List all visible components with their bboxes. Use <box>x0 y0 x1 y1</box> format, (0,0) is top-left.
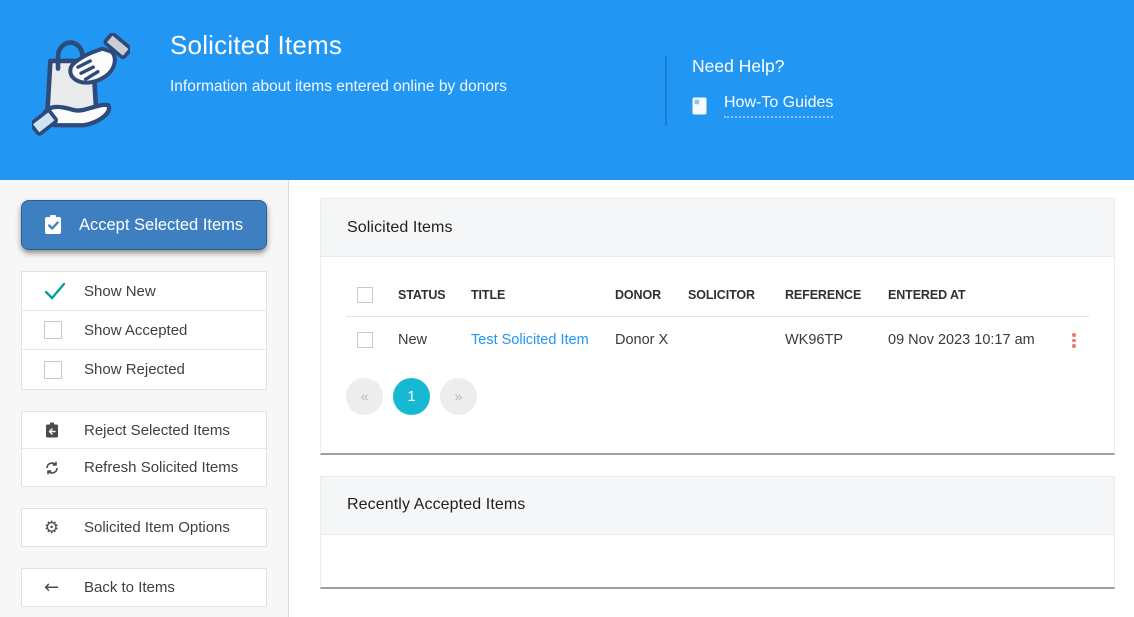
column-header-status: STATUS <box>398 281 471 317</box>
pagination-prev-button[interactable]: « <box>346 378 383 415</box>
row-reference: WK96TP <box>785 317 888 362</box>
help-divider <box>665 56 667 126</box>
checkbox-icon[interactable] <box>44 321 62 339</box>
column-header-entered-at: ENTERED AT <box>888 281 1059 317</box>
help-title: Need Help? <box>692 56 833 77</box>
filter-label: Show Rejected <box>84 361 185 378</box>
column-header-title: TITLE <box>471 281 615 317</box>
column-header-donor: DONOR <box>615 281 688 317</box>
solicited-items-panel: Solicited Items STATUS TITLE DONOR SOLIC… <box>320 198 1115 455</box>
filter-label: Show Accepted <box>84 322 187 339</box>
panel-title: Recently Accepted Items <box>347 496 525 514</box>
row-title-link[interactable]: Test Solicited Item <box>471 332 589 348</box>
refresh-solicited-items-button[interactable]: Refresh Solicited Items <box>22 449 266 486</box>
sidebar: Accept Selected Items Show New Show Acce… <box>0 180 289 617</box>
reject-selected-items-button[interactable]: Reject Selected Items <box>22 412 266 449</box>
checked-filter-icon <box>44 282 84 300</box>
row-kebab-menu-icon[interactable] <box>1059 331 1089 350</box>
main-content: Solicited Items STATUS TITLE DONOR SOLIC… <box>289 180 1134 617</box>
panel-title: Solicited Items <box>347 219 453 237</box>
accept-button-label: Accept Selected Items <box>79 216 243 235</box>
page-subtitle: Information about items entered online b… <box>170 78 507 96</box>
row-status: New <box>398 317 471 362</box>
column-header-solicitor: SOLICITOR <box>688 281 785 317</box>
filter-show-rejected[interactable]: Show Rejected <box>22 350 266 389</box>
pagination-next-button[interactable]: » <box>440 378 477 415</box>
refresh-icon <box>44 460 84 476</box>
help-block: Need Help? How-To Guides <box>665 56 833 126</box>
column-header-reference: REFERENCE <box>785 281 888 317</box>
donation-bag-hands-icon <box>32 33 130 141</box>
table-row: New Test Solicited Item Donor X WK96TP 0… <box>346 317 1089 362</box>
book-icon <box>692 97 707 115</box>
back-to-items-button[interactable]: ← Back to Items <box>22 569 266 606</box>
options-card: ⚙ Solicited Item Options <box>21 508 267 547</box>
row-checkbox[interactable] <box>357 332 373 348</box>
how-to-guides-link[interactable]: How-To Guides <box>724 94 833 118</box>
table-header-row: STATUS TITLE DONOR SOLICITOR REFERENCE E… <box>346 281 1089 317</box>
clipboard-check-icon <box>43 215 63 235</box>
panel-header: Solicited Items <box>321 199 1114 257</box>
row-donor: Donor X <box>615 317 688 362</box>
accept-selected-items-button[interactable]: Accept Selected Items <box>21 200 267 250</box>
action-label: Refresh Solicited Items <box>84 459 238 476</box>
filter-show-accepted[interactable]: Show Accepted <box>22 311 266 350</box>
filter-show-new[interactable]: Show New <box>22 272 266 311</box>
empty-panel-body <box>321 535 1114 587</box>
action-label: Back to Items <box>84 579 175 596</box>
filter-card: Show New Show Accepted Show Rejected <box>21 271 267 390</box>
checkbox-icon[interactable] <box>44 361 62 379</box>
actions-card: Reject Selected Items Refresh Solicited … <box>21 411 267 487</box>
pagination-page-1-button[interactable]: 1 <box>393 378 430 415</box>
action-label: Solicited Item Options <box>84 519 230 536</box>
recently-accepted-items-panel: Recently Accepted Items <box>320 476 1115 589</box>
page-header: Solicited Items Information about items … <box>0 0 1134 180</box>
panel-header: Recently Accepted Items <box>321 477 1114 535</box>
solicited-items-table: STATUS TITLE DONOR SOLICITOR REFERENCE E… <box>346 281 1089 362</box>
gear-icon: ⚙ <box>44 518 84 538</box>
select-all-checkbox[interactable] <box>357 287 373 303</box>
page-title: Solicited Items <box>170 30 507 61</box>
action-label: Reject Selected Items <box>84 422 230 439</box>
solicited-item-options-button[interactable]: ⚙ Solicited Item Options <box>22 509 266 546</box>
pagination: « 1 » <box>346 378 1089 415</box>
clipboard-reject-icon <box>44 422 84 438</box>
row-solicitor <box>688 317 785 362</box>
filter-label: Show New <box>84 283 156 300</box>
back-arrow-icon: ← <box>44 577 84 598</box>
back-card: ← Back to Items <box>21 568 267 607</box>
row-entered-at: 09 Nov 2023 10:17 am <box>888 317 1059 362</box>
